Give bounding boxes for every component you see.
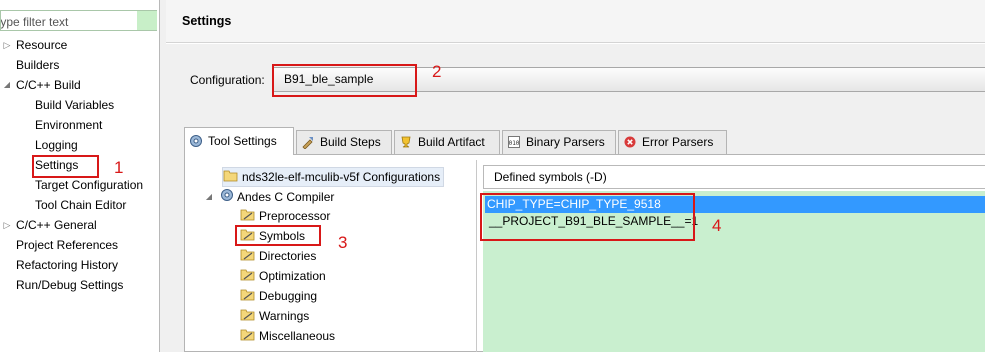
- nav-item-resource[interactable]: Resource: [16, 35, 67, 55]
- tree-label: nds32le-elf-mculib-v5f Configurations: [242, 170, 441, 184]
- compiler-gear-icon: [221, 189, 233, 201]
- collapse-arrow-icon[interactable]: ◢: [204, 192, 214, 201]
- nav-item-target-configuration[interactable]: Target Configuration: [35, 175, 143, 195]
- tree-root-configurations[interactable]: nds32le-elf-mculib-v5f Configurations: [222, 167, 445, 187]
- nav-item-cpp-build[interactable]: C/C++ Build: [16, 75, 81, 95]
- annotation-number: 1: [114, 158, 124, 177]
- nav-item-builders[interactable]: Builders: [16, 55, 59, 75]
- collapse-arrow-icon[interactable]: ◢: [2, 80, 12, 89]
- tree-node-miscellaneous[interactable]: Miscellaneous: [240, 326, 335, 346]
- tree-label: Miscellaneous: [259, 329, 336, 343]
- tab-binary-parsers[interactable]: 010 Binary Parsers: [502, 130, 616, 154]
- tab-label: Build Steps: [320, 135, 381, 149]
- tree-node-debugging[interactable]: Debugging: [240, 286, 317, 306]
- tree-node-directories[interactable]: Directories: [240, 246, 316, 266]
- annotation-number: 3: [338, 233, 348, 252]
- option-category-icon: [240, 289, 255, 301]
- configuration-label: Configuration:: [190, 73, 265, 87]
- option-category-icon: [240, 309, 255, 321]
- tree-node-optimization[interactable]: Optimization: [240, 266, 326, 286]
- nav-item-logging[interactable]: Logging: [35, 135, 78, 155]
- tree-label: Optimization: [259, 269, 326, 283]
- error-parsers-icon: [624, 136, 636, 148]
- build-artifact-icon: [401, 136, 411, 148]
- build-steps-icon: [302, 136, 313, 149]
- nav-item-cpp-general[interactable]: C/C++ General: [16, 215, 97, 235]
- expand-arrow-icon[interactable]: ▷: [2, 40, 12, 51]
- tree-label: Debugging: [259, 289, 318, 303]
- filter-input[interactable]: [0, 10, 157, 31]
- tree-label: Directories: [259, 249, 317, 263]
- option-category-icon: [240, 209, 255, 221]
- tree-node-warnings[interactable]: Warnings: [240, 306, 309, 326]
- tab-error-parsers[interactable]: Error Parsers: [618, 130, 727, 154]
- option-category-icon: [240, 249, 255, 261]
- nav-item-project-references[interactable]: Project References: [16, 235, 118, 255]
- nav-item-run-debug-settings[interactable]: Run/Debug Settings: [16, 275, 123, 295]
- tree-label: Andes C Compiler: [237, 190, 335, 204]
- nav-item-tool-chain-editor[interactable]: Tool Chain Editor: [35, 195, 126, 215]
- expand-arrow-icon[interactable]: ▷: [2, 220, 12, 231]
- annotation-box-settings: [32, 155, 99, 178]
- tab-build-steps[interactable]: Build Steps: [296, 130, 392, 154]
- nav-item-environment[interactable]: Environment: [35, 115, 102, 135]
- annotation-box-defined-symbols: [480, 193, 695, 241]
- tool-settings-icon: [190, 134, 202, 147]
- tree-node-andes-c-compiler[interactable]: Andes C Compiler: [220, 187, 334, 207]
- nav-item-build-variables[interactable]: Build Variables: [35, 95, 114, 115]
- nav-item-refactoring-history[interactable]: Refactoring History: [16, 255, 118, 275]
- annotation-number: 2: [432, 62, 442, 81]
- defined-symbols-header: Defined symbols (-D): [483, 165, 985, 189]
- tree-node-preprocessor[interactable]: Preprocessor: [240, 206, 330, 226]
- svg-text:010: 010: [509, 140, 520, 147]
- annotation-number: 4: [712, 216, 722, 235]
- filter-input-decoration: [137, 11, 157, 30]
- tab-label: Tool Settings: [208, 134, 277, 148]
- tree-divider[interactable]: [476, 160, 477, 352]
- tab-label: Error Parsers: [642, 135, 714, 149]
- page-title: Settings: [182, 14, 232, 28]
- option-category-icon: [240, 329, 255, 341]
- page-header: [166, 0, 985, 43]
- tab-label: Binary Parsers: [526, 135, 605, 149]
- annotation-box-symbols: [235, 225, 321, 246]
- tab-label: Build Artifact: [418, 135, 485, 149]
- option-category-icon: [240, 269, 255, 281]
- annotation-box-configuration: [272, 64, 417, 97]
- configurations-folder-icon: [223, 170, 238, 182]
- tab-build-artifact[interactable]: Build Artifact: [394, 130, 500, 154]
- tab-tool-settings[interactable]: Tool Settings: [184, 127, 294, 155]
- tree-label: Warnings: [259, 309, 310, 323]
- tree-label: Preprocessor: [259, 209, 331, 223]
- binary-parsers-icon: 010: [508, 135, 520, 148]
